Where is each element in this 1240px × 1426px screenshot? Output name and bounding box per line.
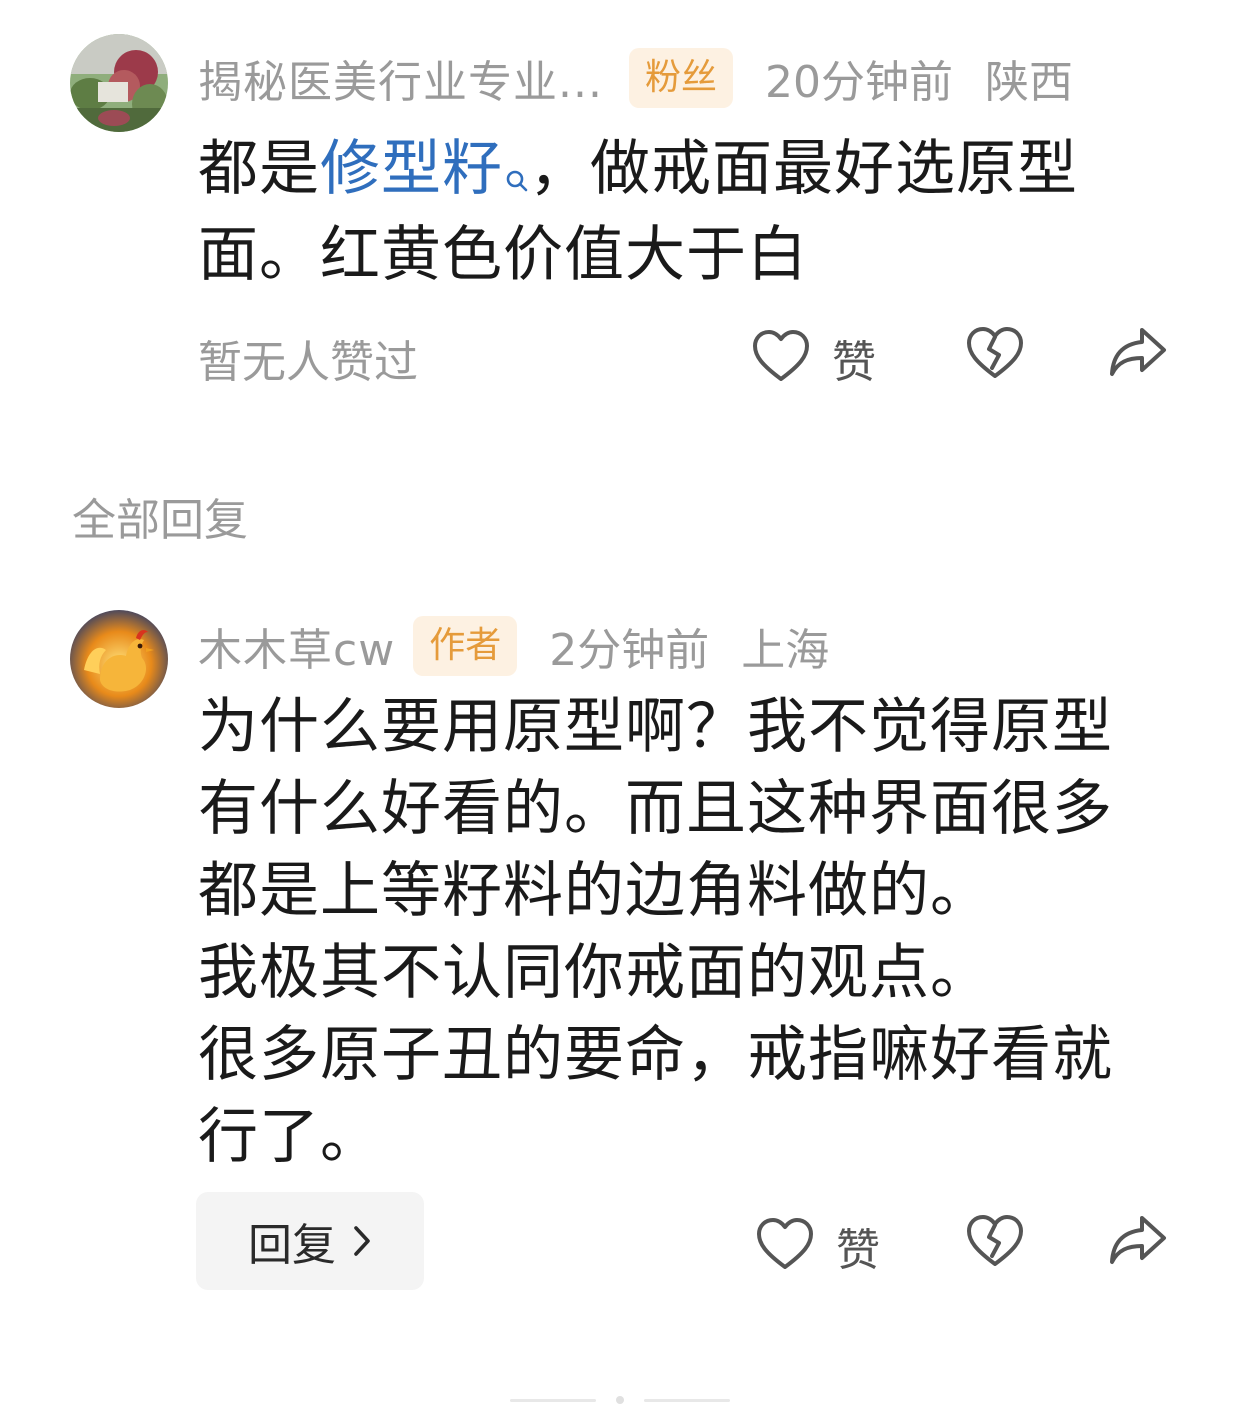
- all-replies-title: 全部回复: [72, 495, 248, 546]
- indicator-dot: [616, 1396, 624, 1404]
- chevron-right-icon: [352, 1224, 372, 1258]
- comment-line-2: 面。红黄色价值大于白: [198, 220, 808, 290]
- comment-content: 都是修型籽 ，做戒面最好选原型 面。红黄色价值大于白: [198, 128, 1078, 296]
- share-button[interactable]: [1108, 326, 1168, 382]
- location: 上海: [741, 625, 830, 676]
- like-button[interactable]: 赞: [752, 326, 876, 390]
- timestamp: 2分钟前: [549, 625, 710, 676]
- comment-text-before: 都是: [198, 134, 320, 204]
- location: 陕西: [984, 57, 1073, 108]
- share-icon: [1108, 1214, 1168, 1270]
- username[interactable]: 木木草cw: [198, 614, 395, 678]
- reply-line-5: 很多原子丑的要命，戒指嘛好看就: [198, 1020, 1113, 1090]
- broken-heart-icon: [966, 326, 1024, 384]
- reply-line-3: 都是上等籽料的边角料做的。: [198, 856, 991, 926]
- author-badge: 作者: [413, 616, 518, 676]
- comment-meta: 揭秘医美行业专业... 粉丝 20分钟前 陕西: [198, 46, 1073, 110]
- share-icon: [1108, 326, 1168, 382]
- indicator-segment: [510, 1398, 596, 1402]
- reply-line-6: 行了。: [198, 1102, 381, 1172]
- search-link[interactable]: 修型籽: [320, 134, 503, 204]
- reply-line-4: 我极其不认同你戒面的观点。: [198, 938, 991, 1008]
- reply-meta: 木木草cw 作者 2分钟前 上海: [198, 614, 829, 678]
- avatar[interactable]: [70, 610, 168, 708]
- broken-heart-icon: [966, 1214, 1024, 1272]
- avatar-image-rooster: [70, 610, 168, 708]
- reply-content: 为什么要用原型啊？我不觉得原型 有什么好看的。而且这种界面很多 都是上等籽料的边…: [198, 686, 1113, 1178]
- like-label: 赞: [832, 337, 876, 388]
- avatar-image-garden: [70, 34, 168, 132]
- like-button[interactable]: 赞: [756, 1214, 880, 1278]
- dislike-button[interactable]: [966, 1214, 1024, 1272]
- reply-line-1: 为什么要用原型啊？我不觉得原型: [198, 692, 1113, 762]
- like-label: 赞: [836, 1225, 880, 1276]
- reply-button-label: 回复: [248, 1220, 336, 1271]
- dislike-button[interactable]: [966, 326, 1024, 384]
- reply-line-2: 有什么好看的。而且这种界面很多: [198, 774, 1113, 844]
- comment-line-1: 都是修型籽 ，做戒面最好选原型: [198, 128, 1078, 214]
- heart-icon: [756, 1217, 814, 1275]
- share-button[interactable]: [1108, 1214, 1168, 1270]
- heart-icon: [752, 329, 810, 387]
- home-indicator: [510, 1396, 730, 1404]
- reply-button[interactable]: 回复: [196, 1192, 424, 1290]
- comment-detail-page: 揭秘医美行业专业... 粉丝 20分钟前 陕西 都是修型籽 ，做戒面最好选原型 面…: [0, 0, 1240, 1426]
- indicator-segment: [644, 1398, 730, 1402]
- fan-badge: 粉丝: [628, 48, 733, 108]
- avatar[interactable]: [70, 34, 168, 132]
- no-likes-text: 暂无人赞过: [198, 337, 418, 388]
- search-icon: [505, 132, 529, 214]
- timestamp: 20分钟前: [764, 57, 953, 108]
- comment-text-after: ，做戒面最好选原型: [529, 134, 1078, 204]
- username[interactable]: 揭秘医美行业专业...: [198, 46, 603, 110]
